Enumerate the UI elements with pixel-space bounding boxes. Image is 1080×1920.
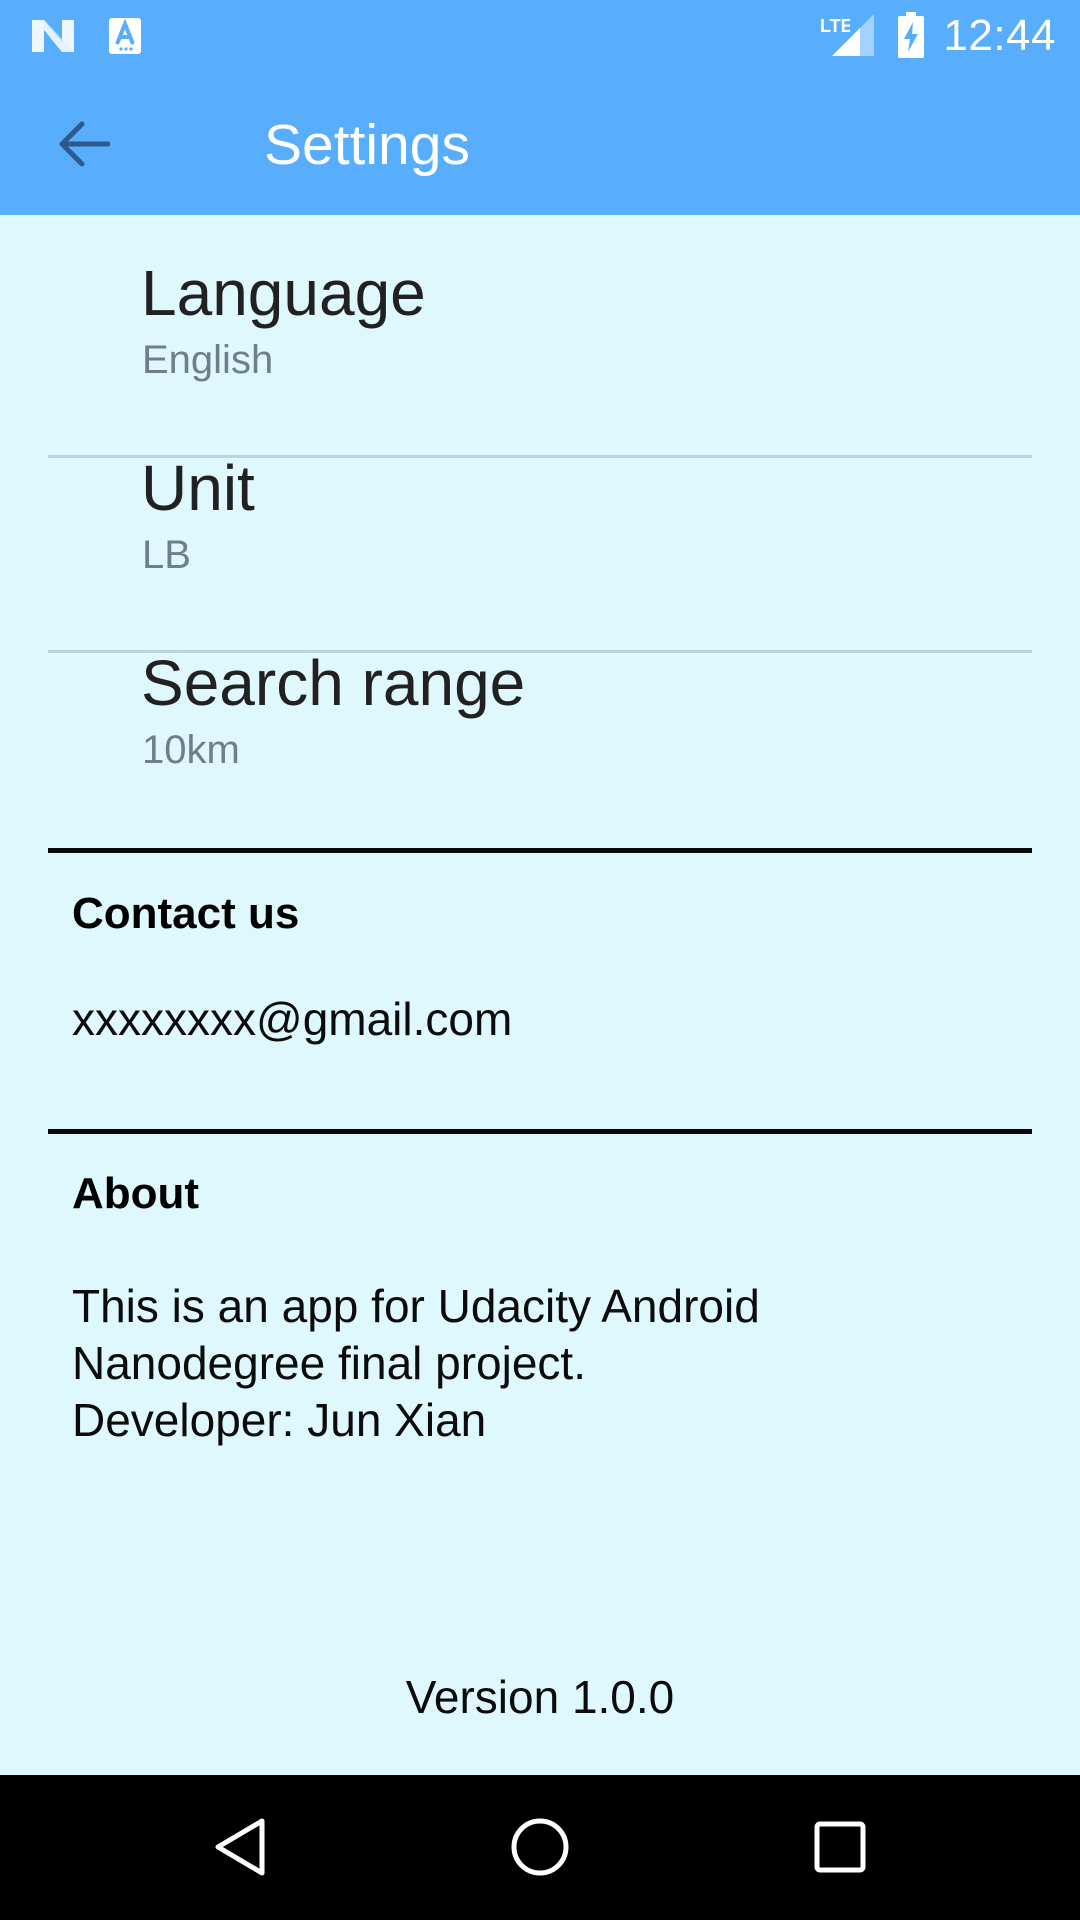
back-button[interactable] <box>34 106 134 182</box>
preference-summary: English <box>142 338 274 382</box>
back-nav-icon <box>215 1818 265 1876</box>
nav-back-button[interactable] <box>180 1797 300 1897</box>
preference-summary: 10km <box>142 728 240 772</box>
app-bar: Settings <box>0 73 1080 215</box>
a-notification-icon <box>109 18 141 54</box>
preference-search-range[interactable]: Search range 10km <box>0 605 1080 800</box>
section-divider <box>48 1129 1032 1134</box>
page-title: Settings <box>264 113 470 177</box>
navigation-bar <box>0 1775 1080 1920</box>
about-heading: About <box>72 1169 200 1218</box>
preference-title: Search range <box>141 647 526 719</box>
signal-icon <box>832 14 874 56</box>
preference-summary: LB <box>142 533 191 577</box>
home-nav-icon <box>511 1818 569 1876</box>
nav-home-button[interactable] <box>480 1797 600 1897</box>
status-time: 12:44 <box>943 11 1056 60</box>
preference-unit[interactable]: Unit LB <box>0 410 1080 605</box>
arrow-back-icon <box>59 121 110 167</box>
version-label: Version 1.0.0 <box>405 1671 675 1723</box>
recents-nav-icon <box>814 1821 866 1873</box>
status-bar: LTE 12:44 <box>0 0 1080 73</box>
section-divider <box>48 848 1032 853</box>
preference-language[interactable]: Language English <box>0 215 1080 410</box>
about-text: This is an app for Udacity Android Nanod… <box>72 1280 760 1446</box>
settings-content: Language English Unit LB Search range 10… <box>0 215 1080 1775</box>
preference-title: Unit <box>141 452 255 524</box>
preference-title: Language <box>141 257 426 329</box>
contact-heading: Contact us <box>72 889 300 938</box>
battery-charging-icon <box>898 12 924 58</box>
n-notification-icon <box>32 20 74 52</box>
nav-recents-button[interactable] <box>780 1797 900 1897</box>
contact-email-link[interactable]: xxxxxxxx@gmail.com <box>72 991 512 1048</box>
